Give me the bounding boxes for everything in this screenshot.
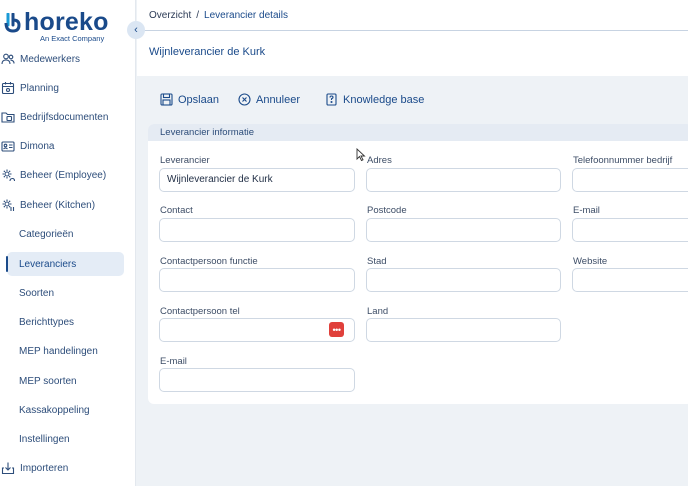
postcode-input[interactable] xyxy=(366,218,561,242)
close-circle-icon xyxy=(238,93,251,106)
sidebar-item-medewerkers[interactable]: Medewerkers xyxy=(0,47,136,71)
adres-label: Adres xyxy=(367,155,392,166)
sidebar-item-label: Medewerkers xyxy=(20,53,81,65)
action-toolbar: Opslaan Annuleer Knowledge base xyxy=(160,93,424,106)
sidebar-subitem-instellingen[interactable]: Instellingen xyxy=(7,427,124,451)
sidebar-item-bedrijfsdocumenten[interactable]: Bedrijfsdocumenten xyxy=(0,105,136,129)
email-right-input[interactable] xyxy=(572,218,688,242)
sidebar-item-label: Planning xyxy=(20,82,59,94)
sidebar-subitem-kassakoppeling[interactable]: Kassakoppeling xyxy=(7,398,124,422)
sidebar-item-label: Dimona xyxy=(20,140,55,152)
breadcrumb-overzicht[interactable]: Overzicht xyxy=(149,10,191,21)
sidebar-subitem-leveranciers[interactable]: Leveranciers xyxy=(6,252,124,276)
sidebar-subitem-berichttypes[interactable]: Berichttypes xyxy=(7,310,124,334)
sidebar-item-label: Importeren xyxy=(20,462,69,474)
sidebar-item-importeren[interactable]: Importeren xyxy=(0,456,136,480)
sidebar-subitem-label: Leveranciers xyxy=(19,258,77,270)
sidebar-subitem-mep-soorten[interactable]: MEP soorten xyxy=(7,369,124,393)
email-left-label: E-mail xyxy=(160,356,187,367)
cancel-label: Annuleer xyxy=(255,93,301,106)
functie-input[interactable] xyxy=(159,268,355,292)
sidebar-item-label: Beheer (Kitchen) xyxy=(20,199,96,211)
telefoon-input[interactable] xyxy=(572,168,688,192)
leverancier-label: Leverancier xyxy=(160,155,210,166)
sidebar-item-planning[interactable]: Planning xyxy=(0,76,136,100)
question-doc-icon xyxy=(326,93,337,106)
mouse-cursor-icon xyxy=(356,148,366,162)
tel-input[interactable] xyxy=(159,318,355,342)
sidebar-item-beheer-employee[interactable]: Beheer (Employee) xyxy=(0,163,136,187)
id-card-icon xyxy=(1,139,15,153)
users-icon xyxy=(1,52,15,66)
contact-label: Contact xyxy=(160,205,193,216)
sidebar-subitem-mep-handelingen[interactable]: MEP handelingen xyxy=(7,339,124,363)
save-label: Opslaan xyxy=(178,93,219,106)
sidebar-item-label: Beheer (Employee) xyxy=(20,169,107,181)
dots-icon: ••• xyxy=(332,324,341,335)
knowledge-base-button[interactable]: Knowledge base xyxy=(325,93,424,106)
breadcrumb: Overzicht / Leverancier details xyxy=(149,10,288,21)
functie-label: Contactpersoon functie xyxy=(160,256,258,267)
adres-input[interactable] xyxy=(366,168,561,192)
sidebar-item-dimona[interactable]: Dimona xyxy=(0,134,136,158)
postcode-label: Postcode xyxy=(367,205,407,216)
sidebar-subitem-label: Categorieën xyxy=(19,228,74,240)
brand-tagline: An Exact Company xyxy=(40,34,105,43)
tel-label: Contactpersoon tel xyxy=(160,306,240,317)
brand-name: horeko xyxy=(24,8,109,36)
sidebar-item-label: Bedrijfsdocumenten xyxy=(20,111,109,123)
gear-kitchen-icon xyxy=(1,198,15,212)
email-left-input[interactable] xyxy=(159,368,355,392)
horeko-logo-icon xyxy=(4,13,21,33)
folder-icon xyxy=(1,110,15,124)
website-input[interactable] xyxy=(572,268,688,292)
password-manager-button[interactable]: ••• xyxy=(329,322,344,337)
email-right-label: E-mail xyxy=(573,205,600,216)
telefoon-label: Telefoonnummer bedrijf xyxy=(573,155,673,166)
page-header: Overzicht / Leverancier details Wijnleve… xyxy=(137,0,688,76)
website-label: Website xyxy=(573,256,608,267)
sidebar-subitem-label: Soorten xyxy=(19,287,55,299)
sidebar-subitem-categorieen[interactable]: Categorieën xyxy=(7,222,124,246)
sidebar-subitem-label: Instellingen xyxy=(19,433,70,445)
breadcrumb-current[interactable]: Leverancier details xyxy=(204,10,288,21)
save-button[interactable]: Opslaan xyxy=(160,93,219,106)
stad-label: Stad xyxy=(367,256,387,267)
sidebar-subitem-label: MEP handelingen xyxy=(19,345,98,357)
knowledge-base-label: Knowledge base xyxy=(343,93,425,106)
sidebar-subitem-soorten[interactable]: Soorten xyxy=(7,281,124,305)
land-input[interactable] xyxy=(366,318,561,342)
sidebar-item-beheer-kitchen[interactable]: Beheer (Kitchen) xyxy=(0,193,136,217)
page-title: Wijnleverancier de Kurk xyxy=(149,46,266,58)
sidebar: horeko An Exact Company Medewerkers Plan… xyxy=(0,0,136,486)
sidebar-collapse-button[interactable]: ‹ xyxy=(127,21,145,39)
land-label: Land xyxy=(367,306,389,317)
sidebar-subitem-label: MEP soorten xyxy=(19,375,77,387)
calendar-icon xyxy=(1,81,15,95)
chevron-left-icon: ‹ xyxy=(134,24,138,36)
card-title: Leverancier informatie xyxy=(148,124,688,141)
save-icon xyxy=(160,93,173,106)
stad-input[interactable] xyxy=(366,268,561,292)
import-icon xyxy=(1,461,15,475)
cancel-button[interactable]: Annuleer xyxy=(238,93,300,106)
contact-input[interactable] xyxy=(159,218,355,242)
breadcrumb-separator: / xyxy=(196,10,200,21)
horeko-logo[interactable]: horeko An Exact Company xyxy=(2,8,132,46)
header-divider xyxy=(137,30,688,31)
leverancier-input[interactable]: Wijnleverancier de Kurk xyxy=(159,168,355,192)
gear-users-icon xyxy=(1,168,15,182)
sidebar-subitem-label: Kassakoppeling xyxy=(19,404,90,416)
sidebar-subitem-label: Berichttypes xyxy=(19,316,75,328)
